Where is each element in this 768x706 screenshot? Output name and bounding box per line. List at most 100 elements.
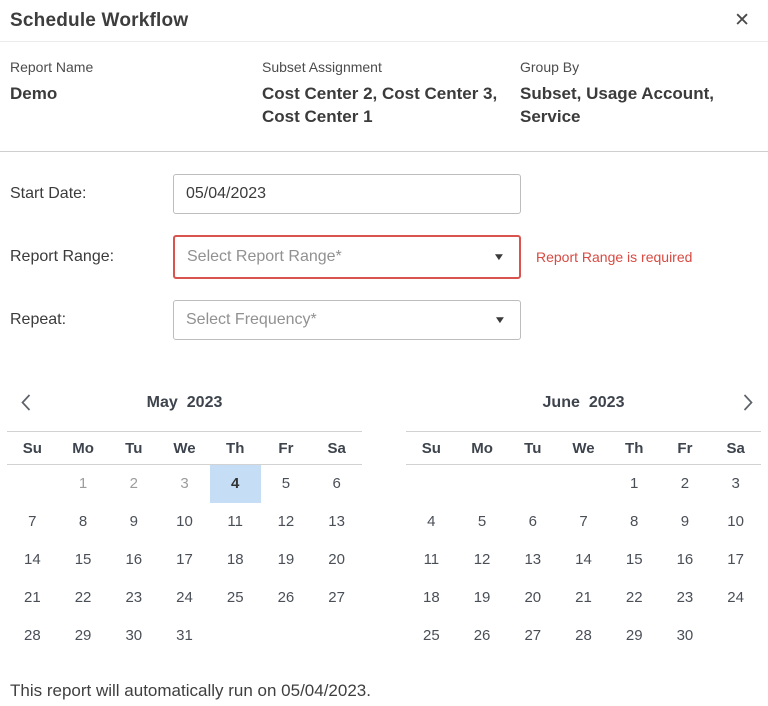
calendar-day[interactable]: 27 (311, 579, 362, 617)
calendar-day[interactable]: 14 (7, 541, 58, 579)
date-range-calendars: May 2023 SuMoTuWeThFrSa 1234567891011121… (0, 361, 768, 655)
day-of-week-label: Tu (108, 440, 159, 457)
day-of-week-label: Tu (507, 440, 558, 457)
report-name-label: Report Name (10, 59, 262, 75)
calendar-day[interactable]: 25 (210, 579, 261, 617)
next-month-icon[interactable] (736, 389, 759, 416)
calendar-day[interactable]: 4 (210, 465, 261, 503)
calendar-day[interactable]: 12 (457, 541, 508, 579)
calendar-day[interactable]: 22 (609, 579, 660, 617)
start-date-input[interactable] (173, 174, 521, 214)
calendar-day[interactable]: 1 (609, 465, 660, 503)
calendar-day[interactable]: 25 (406, 617, 457, 655)
calendar-day[interactable]: 5 (261, 465, 312, 503)
calendar-day[interactable]: 12 (261, 503, 312, 541)
chevron-down-icon: ▼ (493, 315, 506, 326)
repeat-select[interactable]: Select Frequency* ▼ (173, 300, 521, 340)
calendar-day[interactable]: 18 (406, 579, 457, 617)
calendar-day[interactable]: 3 (710, 465, 761, 503)
day-of-week-label: Sa (311, 440, 362, 457)
calendar-day[interactable]: 28 (7, 617, 58, 655)
previous-month-icon[interactable] (15, 389, 38, 416)
calendar-day[interactable]: 27 (507, 617, 558, 655)
calendar-day[interactable]: 21 (558, 579, 609, 617)
calendar-day[interactable]: 15 (609, 541, 660, 579)
calendar-day-empty (558, 465, 609, 503)
calendar-day[interactable]: 9 (660, 503, 711, 541)
calendar-day[interactable]: 5 (457, 503, 508, 541)
calendar-day[interactable]: 21 (7, 579, 58, 617)
report-range-select[interactable]: Select Report Range* ▼ (173, 235, 521, 279)
group-by-value: Subset, Usage Account, Service (520, 82, 758, 128)
calendar-day[interactable]: 6 (311, 465, 362, 503)
day-of-week-label: Mo (58, 440, 109, 457)
page-title: Schedule Workflow (10, 10, 188, 32)
dialog-header: Schedule Workflow ✕ (0, 0, 768, 42)
calendar-year-label: 2023 (187, 394, 223, 412)
calendar-day: 1 (58, 465, 109, 503)
calendar-day[interactable]: 22 (58, 579, 109, 617)
calendar-day[interactable]: 29 (58, 617, 109, 655)
calendar-day[interactable]: 17 (710, 541, 761, 579)
calendar-day[interactable]: 16 (660, 541, 711, 579)
calendar-day[interactable]: 19 (261, 541, 312, 579)
calendar-day[interactable]: 30 (108, 617, 159, 655)
calendar-day[interactable]: 30 (660, 617, 711, 655)
calendar-day[interactable]: 6 (507, 503, 558, 541)
calendar-header: June 2023 (406, 387, 761, 419)
calendar-day[interactable]: 23 (660, 579, 711, 617)
calendar-day-empty (311, 617, 362, 655)
calendar-day[interactable]: 16 (108, 541, 159, 579)
calendar-day-empty (261, 617, 312, 655)
calendar-day[interactable]: 26 (261, 579, 312, 617)
day-of-week-label: Th (210, 440, 261, 457)
calendar-day[interactable]: 26 (457, 617, 508, 655)
report-summary: Report Name Demo Subset Assignment Cost … (0, 42, 768, 152)
auto-run-note: This report will automatically run on 05… (0, 655, 768, 701)
calendar-day[interactable]: 10 (159, 503, 210, 541)
summary-subset-assignment: Subset Assignment Cost Center 2, Cost Ce… (262, 59, 520, 137)
day-of-week-label: We (159, 440, 210, 457)
calendar-month-label: May (147, 394, 178, 412)
calendar-day[interactable]: 11 (406, 541, 457, 579)
calendar-day[interactable]: 29 (609, 617, 660, 655)
calendar-day-empty (457, 465, 508, 503)
summary-report-name: Report Name Demo (10, 59, 262, 137)
calendar-day-empty (710, 617, 761, 655)
calendar-day[interactable]: 8 (58, 503, 109, 541)
repeat-label: Repeat: (10, 311, 173, 329)
calendar-day[interactable]: 9 (108, 503, 159, 541)
calendar-day[interactable]: 2 (660, 465, 711, 503)
calendar-day[interactable]: 19 (457, 579, 508, 617)
calendar-day[interactable]: 24 (159, 579, 210, 617)
calendar-day[interactable]: 7 (558, 503, 609, 541)
calendar-day[interactable]: 10 (710, 503, 761, 541)
calendar-day[interactable]: 20 (311, 541, 362, 579)
day-of-week-label: Th (609, 440, 660, 457)
calendar-day-empty (507, 465, 558, 503)
calendar-day[interactable]: 18 (210, 541, 261, 579)
calendar-day[interactable]: 28 (558, 617, 609, 655)
calendar-may-2023: May 2023 SuMoTuWeThFrSa 1234567891011121… (7, 387, 362, 655)
calendar-day[interactable]: 13 (507, 541, 558, 579)
calendar-day[interactable]: 4 (406, 503, 457, 541)
calendar-month-label: June (543, 394, 580, 412)
calendar-day[interactable]: 15 (58, 541, 109, 579)
subset-assignment-value: Cost Center 2, Cost Center 3, Cost Cente… (262, 82, 520, 128)
calendar-day[interactable]: 31 (159, 617, 210, 655)
calendar-day[interactable]: 11 (210, 503, 261, 541)
calendar-day[interactable]: 23 (108, 579, 159, 617)
day-of-week-label: Sa (710, 440, 761, 457)
calendar-day[interactable]: 17 (159, 541, 210, 579)
calendar-day[interactable]: 7 (7, 503, 58, 541)
calendar-day[interactable]: 13 (311, 503, 362, 541)
close-icon[interactable]: ✕ (730, 9, 754, 32)
report-range-placeholder: Select Report Range* (187, 248, 342, 266)
schedule-form: Start Date: Report Range: Select Report … (0, 152, 768, 340)
calendar-day[interactable]: 14 (558, 541, 609, 579)
calendar-day[interactable]: 24 (710, 579, 761, 617)
calendar-day[interactable]: 8 (609, 503, 660, 541)
calendar-day[interactable]: 20 (507, 579, 558, 617)
subset-assignment-label: Subset Assignment (262, 59, 520, 75)
calendar-day-grid: 1234567891011121314151617181920212223242… (406, 465, 761, 655)
